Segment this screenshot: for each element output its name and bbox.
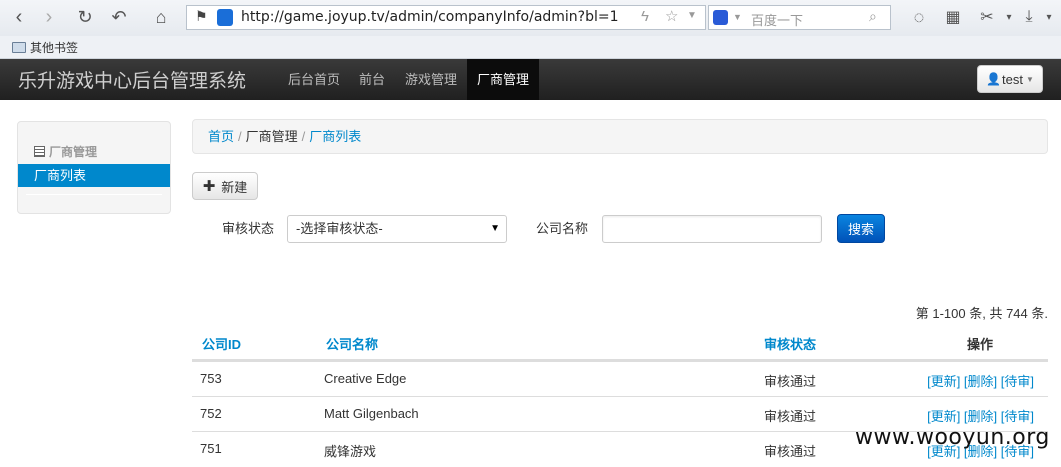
chat-icon[interactable]: ◌ <box>908 6 930 28</box>
new-button-label: 新建 <box>221 179 248 195</box>
column-company-id[interactable]: 公司ID <box>202 334 241 353</box>
column-company-name[interactable]: 公司名称 <box>326 334 378 353</box>
breadcrumb-separator: / <box>301 129 306 144</box>
breadcrumb-home[interactable]: 首页 <box>208 129 234 144</box>
status-select[interactable]: -选择审核状态- ▼ <box>287 215 507 243</box>
scissors-icon[interactable]: ✂ <box>976 6 998 28</box>
home-icon[interactable]: ⌂ <box>150 6 172 28</box>
table-header: 公司ID 公司名称 审核状态 操作 <box>192 326 1048 361</box>
new-button[interactable]: ✚ 新建 <box>192 172 258 200</box>
cell-company-name: Matt Gilgenbach <box>324 406 419 421</box>
sidebar-item-vendor-list[interactable]: 厂商列表 <box>18 164 170 187</box>
search-button[interactable]: 搜索 <box>837 214 885 243</box>
lightning-icon[interactable]: ϟ <box>641 8 649 25</box>
column-review-status[interactable]: 审核状态 <box>764 334 816 353</box>
cell-company-name: Creative Edge <box>324 371 407 386</box>
download-icon[interactable]: ⤓ <box>1018 6 1040 28</box>
sidebar: 厂商管理 厂商列表 <box>17 121 171 214</box>
nav-item-frontend[interactable]: 前台 <box>359 59 385 100</box>
row-actions[interactable]: [更新] [删除] [待审] <box>927 371 1034 390</box>
cell-company-id: 751 <box>200 441 222 456</box>
bookmark-folder[interactable]: 其他书签 <box>12 39 78 56</box>
top-navbar: 乐升游戏中心后台管理系统 后台首页 前台 游戏管理 厂商管理 <box>0 59 1061 100</box>
list-icon <box>34 146 45 157</box>
back-icon[interactable]: ‹ <box>8 6 30 28</box>
bookmark-folder-label: 其他书签 <box>30 41 79 55</box>
baidu-icon <box>713 10 728 25</box>
watermark: www.wooyun.org <box>855 425 1050 450</box>
cell-review-status: 审核通过 <box>764 444 817 459</box>
star-icon[interactable]: ☆ <box>665 7 678 25</box>
cell-review-status: 审核通过 <box>764 409 817 424</box>
chevron-down-icon[interactable]: ▾ <box>998 6 1020 28</box>
browser-toolbar: ‹ › ↻ ↶ ⌂ ⚑ http://game.joyup.tv/admin/c… <box>0 0 1061 36</box>
company-name-input[interactable] <box>602 215 822 243</box>
chevron-down-icon: ▼ <box>490 223 500 234</box>
caret-icon: ▼ <box>1026 74 1034 84</box>
user-name: test <box>1002 71 1023 87</box>
breadcrumb: 首页 / 厂商管理 / 厂商列表 <box>192 119 1048 154</box>
sidebar-divider <box>26 194 162 195</box>
chevron-down-icon[interactable]: ▼ <box>733 12 742 22</box>
company-name-label: 公司名称 <box>536 221 589 236</box>
pager-summary: 第 1-100 条, 共 744 条. <box>915 306 1048 321</box>
status-select-value: -选择审核状态- <box>296 221 383 236</box>
bookmark-bar: 其他书签 <box>0 36 1061 59</box>
user-icon: 👤 <box>986 72 1002 86</box>
sidebar-header-label: 厂商管理 <box>49 145 98 159</box>
dropdown-icon[interactable]: ▼ <box>687 10 697 21</box>
cell-company-name: 威锋游戏 <box>324 444 377 459</box>
cell-review-status: 审核通过 <box>764 374 817 389</box>
nav-item-vendor-management[interactable]: 厂商管理 <box>467 59 540 100</box>
url-text: http://game.joyup.tv/admin/companyInfo/a… <box>241 9 619 25</box>
folder-icon <box>12 42 26 53</box>
column-actions: 操作 <box>967 337 994 352</box>
table-row: 753 Creative Edge 审核通过 [更新] [删除] [待审] <box>192 361 1048 396</box>
grid-icon[interactable]: ▦ <box>942 6 964 28</box>
user-menu-button[interactable]: 👤 test ▼ <box>977 65 1043 93</box>
address-bar[interactable]: ⚑ http://game.joyup.tv/admin/companyInfo… <box>186 5 706 30</box>
status-filter-label: 审核状态 <box>222 221 275 236</box>
shield-icon <box>217 9 233 26</box>
search-placeholder: 百度一下 <box>751 13 804 28</box>
browser-search[interactable]: ▼ 百度一下 ⌕ <box>708 5 891 30</box>
sidebar-header: 厂商管理 <box>34 143 97 160</box>
breadcrumb-vendor-management: 厂商管理 <box>245 129 298 144</box>
row-actions[interactable]: [更新] [删除] [待审] <box>927 406 1034 425</box>
breadcrumb-vendor-list[interactable]: 厂商列表 <box>309 129 361 144</box>
nav-item-admin-home[interactable]: 后台首页 <box>288 59 340 100</box>
rocket-icon: ⚑ <box>195 8 208 24</box>
cell-company-id: 753 <box>200 371 222 386</box>
brand-title[interactable]: 乐升游戏中心后台管理系统 <box>18 66 246 93</box>
cell-company-id: 752 <box>200 406 222 421</box>
reload-icon[interactable]: ↻ <box>74 6 96 28</box>
magnifier-icon[interactable]: ⌕ <box>869 8 877 25</box>
chevron-down-icon[interactable]: ▾ <box>1038 6 1060 28</box>
undo-icon[interactable]: ↶ <box>108 6 130 28</box>
breadcrumb-separator: / <box>238 129 242 144</box>
plus-icon: ✚ <box>202 178 216 195</box>
forward-icon[interactable]: › <box>38 6 60 28</box>
nav-item-game-management[interactable]: 游戏管理 <box>405 59 457 100</box>
